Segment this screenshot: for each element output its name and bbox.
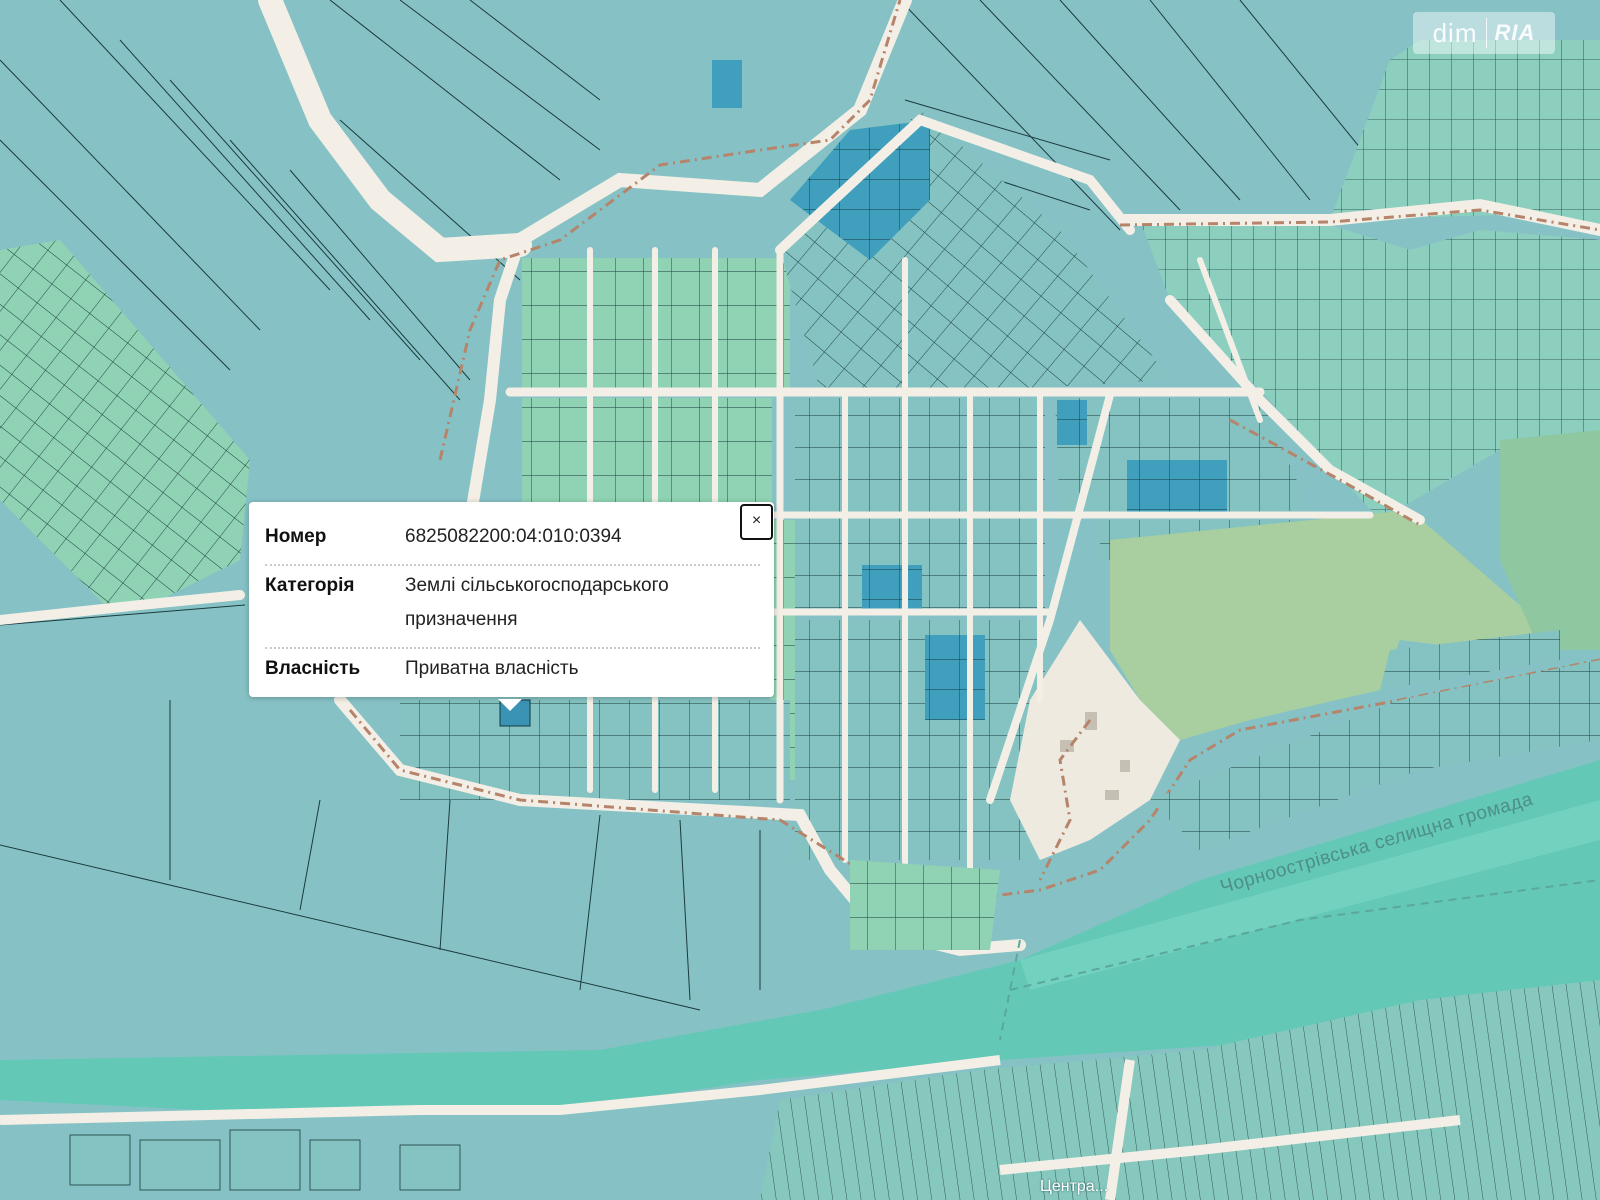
- info-row-category: Категорія Землі сільськогосподарського п…: [265, 566, 760, 649]
- parcel-block-2: [522, 398, 772, 508]
- parcel-block-3: [670, 258, 790, 388]
- info-key: Категорія: [265, 575, 355, 596]
- info-value-category: Землі сільськогосподарського призначення: [405, 575, 669, 630]
- parcel-info-popup: × Номер 6825082200:04:010:0394 Категорія…: [249, 502, 774, 711]
- popup-pointer: [498, 699, 522, 711]
- parcel-highlight-6: [712, 60, 742, 108]
- info-value-ownership: Приватна власність: [405, 658, 579, 679]
- parcel-info-table: Номер 6825082200:04:010:0394 Категорія З…: [265, 517, 760, 696]
- watermark-divider: [1485, 18, 1487, 48]
- info-key: Номер: [265, 526, 327, 547]
- info-row-ownership: Власність Приватна власність: [265, 649, 760, 696]
- watermark-logo: dim RIA: [1413, 12, 1555, 54]
- parcel-block-southgate: [850, 860, 1000, 950]
- info-value-cadastral-number: 6825082200:04:010:0394: [405, 526, 622, 547]
- watermark-dim: dim: [1432, 17, 1478, 48]
- info-key: Власність: [265, 658, 361, 679]
- cadastral-map[interactable]: [0, 0, 1600, 1200]
- road-label: Центра...: [1040, 1178, 1109, 1195]
- map-view[interactable]: Чорноострівська селищна громада dim RIA …: [0, 0, 1600, 1200]
- parcel-highlight-2: [925, 635, 985, 720]
- info-row-number: Номер 6825082200:04:010:0394: [265, 517, 760, 566]
- parcel-highlight-5: [1057, 400, 1087, 445]
- watermark-ria: RIA: [1494, 20, 1536, 45]
- parcel-highlight-1: [1127, 460, 1227, 516]
- parcel-highlight-3: [862, 565, 922, 610]
